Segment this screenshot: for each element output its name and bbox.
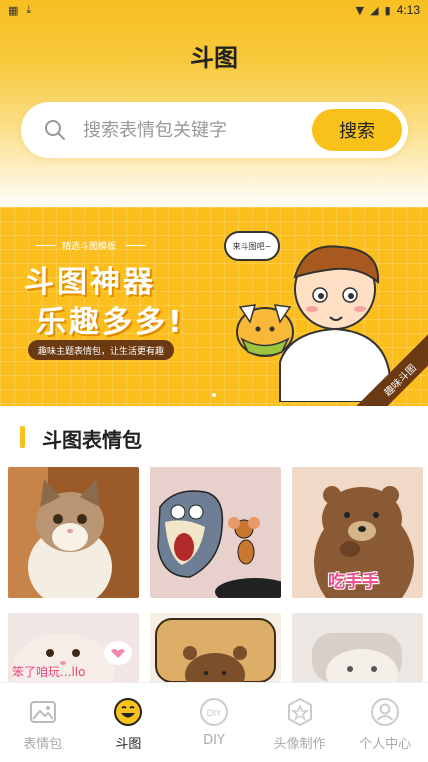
image-icon — [29, 701, 56, 723]
tab-label: 表情包 — [23, 737, 63, 752]
smile-icon — [114, 698, 143, 726]
tab-label: 斗图 — [115, 737, 142, 752]
search-icon — [45, 120, 65, 140]
sticker-item[interactable] — [150, 467, 281, 598]
status-bar: ▦ ⤓ ▼ ◢ ▮ 4:13 — [0, 0, 428, 20]
banner-tagline: 趣味主题表情包，让生活更有趣 — [28, 340, 175, 360]
page-title: 斗图 — [190, 44, 238, 72]
star-badge-icon — [287, 697, 312, 727]
section-title: 斗图表情包 — [42, 428, 142, 452]
search-bar[interactable]: 搜索 — [21, 102, 408, 158]
section-accent-bar — [20, 426, 25, 448]
tab-label: DIY — [203, 733, 225, 748]
sticker-item[interactable]: 吃手手 — [292, 467, 423, 598]
svg-text:DIY: DIY — [206, 709, 222, 719]
notification-icon: ▦ — [8, 3, 19, 17]
sticker-item[interactable] — [8, 467, 139, 598]
banner-divider — [126, 245, 146, 246]
sticker-item[interactable] — [292, 613, 423, 682]
bear-cartoon-sticker-image — [150, 613, 281, 682]
speech-bubble: 来斗图吧~ — [224, 231, 280, 261]
wifi-icon: ▼ — [355, 3, 365, 17]
cat-sticker-image — [8, 467, 139, 598]
tab-diy[interactable]: DIY DIY — [171, 683, 257, 762]
tab-stickers[interactable]: 表情包 — [0, 683, 86, 762]
sticker-item[interactable]: 笨了咱玩...llo — [8, 613, 139, 682]
battery-icon: ▮ — [384, 3, 391, 17]
tom-jerry-sticker-image — [150, 467, 281, 598]
banner-divider — [36, 245, 56, 246]
tab-profile[interactable]: 个人中心 — [342, 683, 428, 762]
banner-subtitle: 精选斗图模板 — [62, 242, 117, 252]
sticker-item[interactable] — [150, 613, 281, 682]
white-cat-sticker-image — [292, 613, 423, 682]
banner-indicator — [212, 393, 216, 397]
sticker-caption: 吃手手 — [328, 572, 379, 592]
tab-doutu[interactable]: 斗图 — [86, 683, 172, 762]
tab-avatar-maker[interactable]: 头像制作 — [257, 683, 343, 762]
banner-title-line1: 斗图神器 — [24, 265, 156, 300]
diy-icon: DIY — [199, 698, 228, 726]
tab-label: 个人中心 — [359, 737, 412, 752]
tab-label: 头像制作 — [273, 737, 326, 752]
search-input[interactable] — [83, 116, 303, 144]
status-time: 4:13 — [396, 3, 420, 17]
signal-icon: ◢ — [370, 3, 379, 17]
search-button[interactable]: 搜索 — [312, 109, 402, 151]
user-icon — [371, 698, 400, 726]
download-icon: ⤓ — [26, 3, 32, 16]
bottom-tab-bar: 表情包 斗图 DIY DIY 头像制作 个人中心 — [0, 682, 428, 762]
sticker-caption: 笨了咱玩...llo — [12, 665, 86, 679]
promo-banner[interactable]: 精选斗图模板 斗图神器 乐趣多多! 趣味主题表情包，让生活更有趣 来斗图吧~ 趣… — [0, 207, 428, 406]
banner-title-line2: 乐趣多多! — [36, 305, 185, 340]
